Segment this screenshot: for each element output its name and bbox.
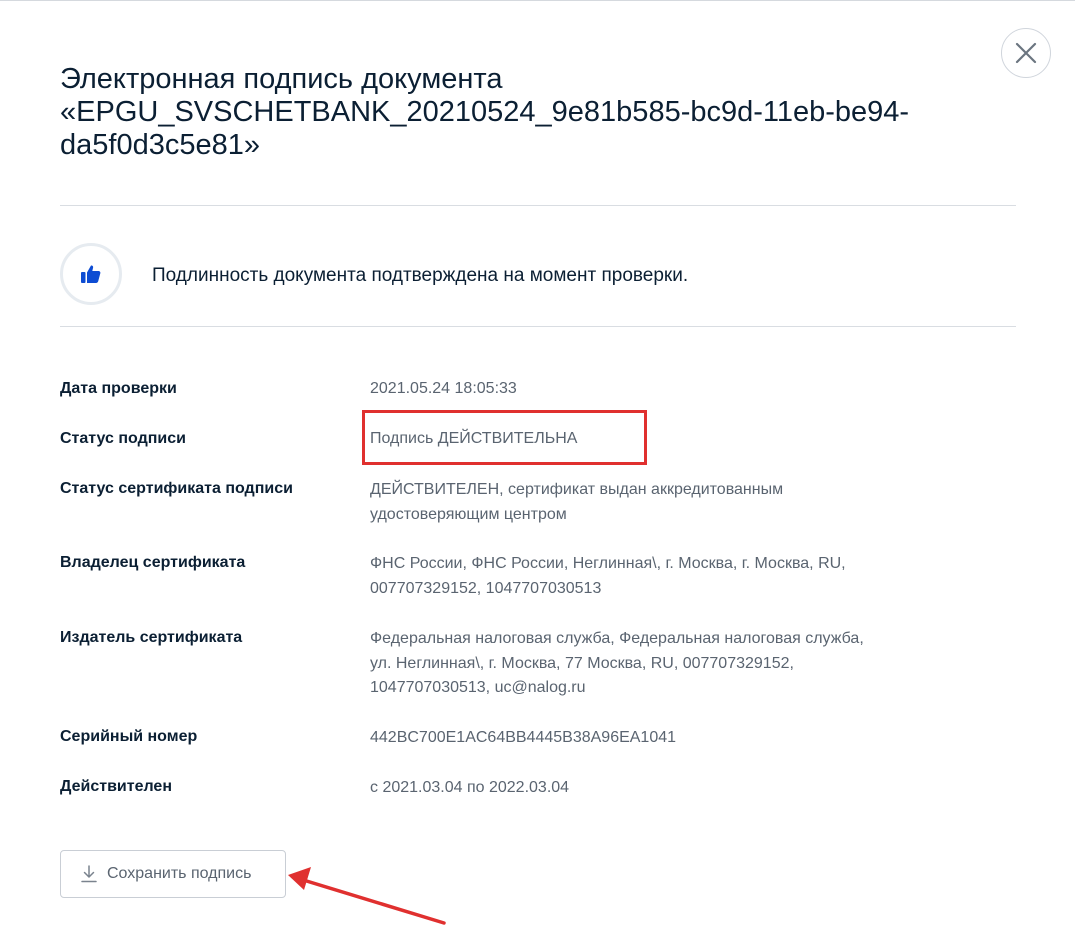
close-button[interactable]	[1001, 28, 1051, 78]
annotation-highlight-box	[362, 410, 647, 465]
close-icon	[1015, 42, 1037, 64]
divider	[60, 205, 1016, 206]
value-certificate-owner: ФНС России, ФНС России, Неглинная\, г. М…	[370, 555, 846, 597]
label-validity: Действителен	[60, 778, 172, 795]
divider	[60, 326, 1016, 327]
signature-dialog: Электронная подпись документа «EPGU_SVSC…	[0, 0, 1075, 952]
save-signature-button[interactable]: Сохранить подпись	[60, 850, 286, 898]
value-check-date: 2021.05.24 18:05:33	[370, 380, 517, 397]
value-certificate-status: ДЕЙСТВИТЕЛЕН, сертификат выдан аккредито…	[370, 481, 784, 523]
thumbs-up-icon	[81, 265, 101, 283]
label-check-date: Дата проверки	[60, 380, 177, 397]
dialog-title: Электронная подпись документа «EPGU_SVSC…	[60, 63, 910, 161]
label-certificate-status: Статус сертификата подписи	[60, 480, 293, 497]
label-serial-number: Серийный номер	[60, 728, 198, 745]
label-certificate-issuer: Издатель сертификата	[60, 629, 243, 646]
label-certificate-owner: Владелец сертификата	[60, 554, 246, 571]
value-serial-number: 442BC700E1AC64BB4445B38A96EA1041	[370, 729, 677, 746]
value-certificate-issuer: Федеральная налоговая служба, Федеральна…	[370, 630, 864, 696]
download-icon	[81, 865, 97, 883]
save-signature-label: Сохранить подпись	[107, 865, 252, 882]
label-signature-status: Статус подписи	[60, 430, 186, 447]
verification-badge	[60, 243, 122, 305]
value-validity: с 2021.03.04 по 2022.03.04	[370, 779, 570, 796]
verification-message: Подлинность документа подтверждена на мо…	[152, 265, 689, 286]
